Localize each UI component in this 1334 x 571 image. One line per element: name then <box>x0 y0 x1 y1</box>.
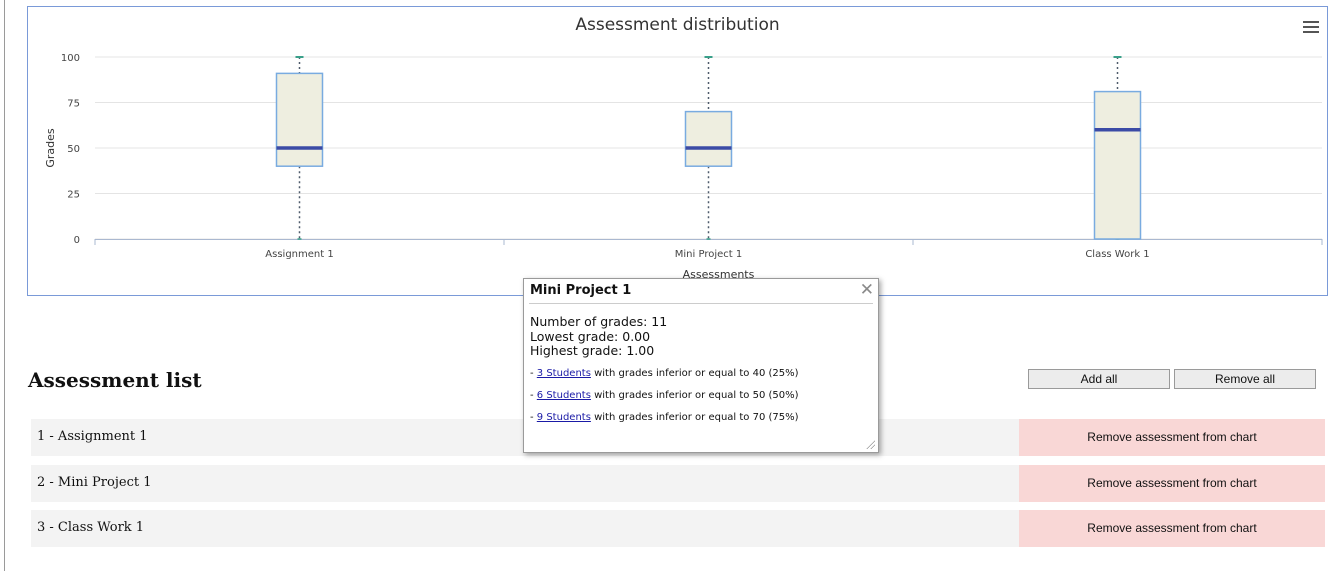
y-axis-title: Grades <box>44 128 57 168</box>
box-iqr <box>275 72 324 167</box>
assessment-list-heading: Assessment list <box>28 368 202 392</box>
y-tick-label: 0 <box>74 235 80 246</box>
y-tick-label: 75 <box>67 99 80 110</box>
close-icon[interactable]: ✕ <box>860 280 874 300</box>
page-left-border <box>4 0 5 571</box>
students-link[interactable]: 6 Students <box>537 390 591 401</box>
popup-stat-count: Number of grades: 11 <box>530 314 668 329</box>
popup-title: Mini Project 1 <box>530 283 632 298</box>
boxplot-svg: 0 25 50 75 100 Assignment 1 Mini Project 1 Clas… <box>44 53 1323 281</box>
popup-stat-lowest: Lowest grade: 0.00 <box>530 328 651 344</box>
assessment-row-label: 3 - Class Work 1 <box>37 520 145 535</box>
students-link[interactable]: 3 Students <box>537 368 591 379</box>
students-link[interactable]: 9 Students <box>537 412 591 423</box>
hamburger-menu-icon[interactable] <box>1303 21 1319 33</box>
box-iqr <box>684 110 733 167</box>
x-tick-label: Class Work 1 <box>1085 249 1149 260</box>
popup-stat-highest: Highest grade: 1.00 <box>530 343 655 358</box>
assessment-popup: Mini Project 1 ✕ Number of grades: 11 Lo… <box>523 278 879 453</box>
assessment-row: 2 - Mini Project 1 Remove assessment fro… <box>31 465 1325 502</box>
box-iqr <box>1093 90 1142 240</box>
x-tick-label: Assignment 1 <box>265 249 333 260</box>
popup-stats: Number of grades: 11 Lowest grade: 0.00 … <box>530 314 668 359</box>
popup-quartile-row: - 3 Students with grades inferior or equ… <box>530 368 799 379</box>
remove-all-button[interactable]: Remove all <box>1174 369 1316 389</box>
assessment-row-label: 1 - Assignment 1 <box>37 429 148 444</box>
x-tick-label: Mini Project 1 <box>675 249 742 260</box>
assessment-chart: 0 25 50 75 100 Assignment 1 Mini Project 1 Clas… <box>27 6 1328 296</box>
y-tick-label: 100 <box>61 53 80 64</box>
y-tick-label: 25 <box>67 190 80 201</box>
remove-assessment-button[interactable]: Remove assessment from chart <box>1019 465 1325 502</box>
remove-assessment-button[interactable]: Remove assessment from chart <box>1019 510 1325 547</box>
resize-handle-icon[interactable] <box>865 439 875 449</box>
assessment-row: 3 - Class Work 1 Remove assessment from … <box>31 510 1325 547</box>
chart-title: Assessment distribution <box>575 15 780 35</box>
remove-assessment-button[interactable]: Remove assessment from chart <box>1019 419 1325 456</box>
popup-quartile-row: - 9 Students with grades inferior or equ… <box>530 412 799 423</box>
popup-quartile-row: - 6 Students with grades inferior or equ… <box>530 390 799 401</box>
popup-divider <box>529 303 873 304</box>
y-tick-label: 50 <box>67 144 80 155</box>
assessment-row-label: 2 - Mini Project 1 <box>37 475 152 490</box>
add-all-button[interactable]: Add all <box>1028 369 1170 389</box>
